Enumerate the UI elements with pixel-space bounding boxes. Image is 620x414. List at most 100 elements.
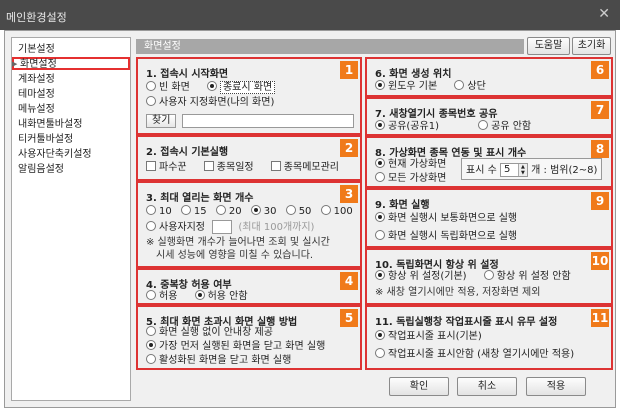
section-virtual-screen: 8 8. 가상화면 종목 연동 및 표시 개수 현재 가상화면 모든 가상화면 … [365,136,613,188]
radio-icon [146,96,156,106]
radio-last-screen[interactable]: 종료시 화면 [206,81,276,94]
section-startup-screen: 1 1. 접속시 시작화면 빈 화면 종료시 화면 사용자 지정화면(나의 화면… [136,57,362,135]
radio-current-virtual[interactable]: 현재 가상화면 [375,158,446,171]
radio-notify-only[interactable]: 화면 실행 없이 안내창 제공 [146,326,273,339]
radio-icon [454,80,465,90]
section-over-max-behavior: 5 5. 최대 화면 초과시 화면 실행 방법 화면 실행 없이 안내창 제공 … [136,305,362,370]
display-count-stepper[interactable]: 5 ▲ ▼ [499,163,528,177]
radio-icon [375,120,385,130]
radio-top[interactable]: 상단 [454,80,486,93]
help-button[interactable]: 도움말 [527,37,570,55]
radio-taskbar-hide[interactable]: 작업표시줄 표시안함 (새창 열기시에만 적용) [375,348,574,361]
performance-note-line2: 시세 성능에 영향을 미칠 수 있습니다. [156,250,314,261]
radio-icon [375,212,385,222]
radio-blank-screen[interactable]: 빈 화면 [146,81,190,94]
radio-taskbar-show[interactable]: 작업표시줄 표시(기본) [375,330,482,343]
radio-icon [146,290,156,300]
tree-arrow-icon: ▶ [12,60,18,68]
radio-icon [375,348,385,358]
radio-icon [146,326,156,336]
radio-always-on-top[interactable]: 항상 위 설정(기본) [375,270,467,283]
radio-not-on-top[interactable]: 항상 위 설정 안함 [483,270,571,283]
close-icon[interactable]: ✕ [598,6,610,22]
radio-close-oldest[interactable]: 가장 먼저 실행된 화면을 닫고 화면 실행 [146,340,325,353]
radio-icon [215,205,226,215]
section-title: 9. 화면 실행 [375,200,430,211]
radio-count-30[interactable]: 30 [250,205,277,218]
radio-no-share[interactable]: 공유 안함 [478,120,531,133]
radio-icon [375,270,385,280]
radio-close-active[interactable]: 활성화된 화면을 닫고 화면 실행 [146,354,291,367]
section-title: 8. 가상화면 종목 연동 및 표시 개수 [375,148,527,159]
reset-button[interactable]: 초기화 [572,37,611,55]
section-create-position: 6 6. 화면 생성 위치 윈도우 기본 상단 [365,57,613,97]
radio-allow-duplicate[interactable]: 허용 [146,290,177,303]
sidebar-item-alert-sound[interactable]: 알림음설정 [18,163,64,176]
radio-icon [320,205,331,215]
sidebar-item-shortcut[interactable]: 사용자단축키설정 [18,148,92,161]
display-count-range: 개 : 범위(2~8) [531,165,598,176]
checkbox-stock-schedule[interactable]: 종목일정 [203,161,254,174]
sidebar-item-account[interactable]: 계좌설정 [18,73,55,86]
ok-button[interactable]: 확인 [389,377,449,396]
radio-window-default[interactable]: 윈도우 기본 [375,80,437,93]
radio-user-screen[interactable]: 사용자 지정화면(나의 화면) [146,96,274,109]
page-title: 화면설정 [136,39,524,54]
radio-count-user[interactable]: 사용자지정 [146,221,205,234]
radio-count-10[interactable]: 10 [146,205,172,218]
radio-normal-screen[interactable]: 화면 실행시 보통화면으로 실행 [375,212,517,225]
radio-icon [375,158,385,168]
radio-icon [478,120,489,130]
radio-count-50[interactable]: 50 [285,205,311,218]
section-title: 6. 화면 생성 위치 [375,69,452,80]
sidebar-item-menu[interactable]: 메뉴설정 [18,103,55,116]
section-title: 3. 최대 열리는 화면 개수 [146,193,254,204]
window-title: 메인환경설정 [6,11,67,24]
on-top-note: ※ 새창 열기시에만 적용, 저장화면 제외 [375,287,541,298]
radio-icon [146,221,156,231]
section-badge: 9 [591,192,609,210]
radio-icon [375,80,385,90]
radio-share[interactable]: 공유(공유1) [375,120,439,133]
checkbox-watchman[interactable]: 파수꾼 [146,161,187,174]
radio-icon [180,205,191,215]
spin-arrows-icon[interactable]: ▲ ▼ [517,164,527,176]
radio-count-15[interactable]: 15 [180,205,207,218]
sidebar-item-my-toolbar[interactable]: 내화면툴바설정 [18,118,82,131]
section-badge: 3 [340,185,358,203]
radio-icon [285,205,296,215]
section-always-on-top: 10 10. 독립화면시 항상 위 설정 항상 위 설정(기본) 항상 위 설정… [365,248,613,305]
radio-count-20[interactable]: 20 [215,205,242,218]
radio-count-100[interactable]: 100 [320,205,353,218]
section-badge: 6 [591,61,609,79]
sidebar-item-screen[interactable]: ▶ 화면설정 [12,57,130,70]
section-max-screens: 3 3. 최대 열리는 화면 개수 10 15 20 30 50 100 사용자… [136,181,362,268]
section-code-sharing: 7 7. 새창열기시 종목번호 공유 공유(공유1) 공유 안함 [365,97,613,136]
radio-icon [194,290,205,300]
sidebar-item-label: 화면설정 [20,59,57,70]
sidebar-item-basic[interactable]: 기본설정 [18,43,55,56]
section-badge: 5 [340,309,358,327]
max-count-hint: (최대 100개까지) [238,222,315,233]
apply-button[interactable]: 적용 [526,377,586,396]
checkbox-stock-memo[interactable]: 종목메모관리 [270,161,339,174]
checkbox-icon [146,161,156,171]
section-badge: 11 [591,309,609,327]
radio-icon [146,205,156,215]
find-button[interactable]: 찾기 [146,114,177,128]
sidebar-item-ticker-toolbar[interactable]: 티커툴바설정 [18,133,73,146]
user-count-input[interactable] [212,220,233,234]
sidebar-item-theme[interactable]: 테마설정 [18,88,55,101]
user-screen-field[interactable] [181,114,354,128]
radio-deny-duplicate[interactable]: 허용 안함 [194,290,248,303]
section-title: 1. 접속시 시작화면 [146,69,229,80]
section-title: 10. 독립화면시 항상 위 설정 [375,260,499,271]
radio-independent-screen[interactable]: 화면 실행시 독립화면으로 실행 [375,230,517,243]
section-title: 7. 새창열기시 종목번호 공유 [375,109,498,120]
checkbox-icon [203,161,214,171]
section-badge: 7 [591,101,609,119]
cancel-button[interactable]: 취소 [457,377,517,396]
radio-icon [375,330,385,340]
radio-icon [146,354,156,364]
radio-all-virtual[interactable]: 모든 가상화면 [375,172,446,185]
